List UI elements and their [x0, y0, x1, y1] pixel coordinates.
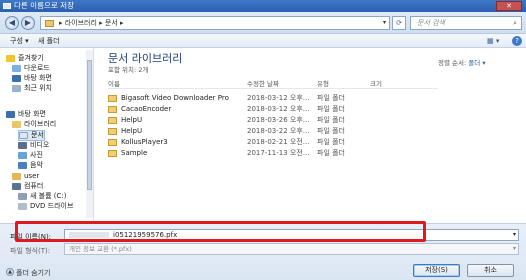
sidebar-item-desktop-root[interactable]: 바탕 화면 — [6, 110, 46, 119]
breadcrumb: ▸ 라이브러리 ▸ 문서 ▸ — [59, 19, 124, 27]
sidebar-item-pictures[interactable]: 사진 — [18, 151, 43, 160]
app-icon — [3, 3, 11, 9]
desktop-icon — [12, 75, 21, 82]
sidebar-item-documents[interactable]: 문서 — [18, 130, 45, 141]
table-row[interactable]: CacaoEncoder 2018-03-12 오후... 파일 폴더 — [108, 104, 368, 115]
sidebar-item-libraries[interactable]: 라이브러리 — [12, 120, 56, 129]
drive-icon — [18, 193, 27, 200]
address-row: ◀ ▶ ▸ 라이브러리 ▸ 문서 ▸ ▾ ⟳ 문서 검색 ⌕ — [0, 12, 526, 34]
scrollbar-thumb[interactable] — [87, 60, 92, 190]
folder-icon — [108, 128, 117, 135]
organize-button[interactable]: 구성 ▾ — [10, 34, 29, 48]
sidebar-item-videos[interactable]: 비디오 — [18, 141, 49, 150]
navigation-pane: 즐겨찾기 다운로드 바탕 화면 최근 위치 바탕 화면 라이브러리 문서 비디오… — [0, 48, 94, 223]
sidebar-item-downloads[interactable]: 다운로드 — [12, 64, 50, 73]
sidebar-item-desktop[interactable]: 바탕 화면 — [12, 74, 52, 83]
pictures-icon — [18, 152, 27, 159]
sidebar-item-dvd[interactable]: DVD 드라이브 — [18, 202, 73, 211]
library-icon — [12, 121, 21, 128]
save-button[interactable]: 저장(S) — [413, 264, 460, 277]
highlight-box — [15, 221, 426, 242]
table-row[interactable]: HelpU 2018-03-26 오후... 파일 폴더 — [108, 115, 368, 126]
folder-icon — [45, 20, 54, 27]
folder-icon — [108, 95, 117, 102]
filetype-label: 파일 형식(T): — [10, 247, 51, 255]
hide-folders-toggle[interactable]: ▲ 폴더 숨기기 — [6, 268, 50, 278]
table-row[interactable]: Bigasoft Video Downloader Pro 2018-03-12 … — [108, 93, 368, 104]
chevron-down-icon[interactable]: ▾ — [513, 244, 516, 254]
chevron-down-icon[interactable]: ▾ — [383, 17, 386, 29]
filetype-select[interactable]: 개인 정보 교환 (*.pfx) ▾ — [64, 243, 519, 255]
cancel-button[interactable]: 취소 — [467, 264, 514, 277]
table-row[interactable]: HelpU 2018-03-22 오후... 파일 폴더 — [108, 126, 368, 137]
view-button[interactable]: ▦ ▾ — [487, 34, 499, 48]
recent-icon — [12, 85, 21, 92]
table-row[interactable]: Sample 2017-11-13 오전... 파일 폴더 — [108, 148, 368, 159]
folder-icon — [108, 106, 117, 113]
desktop-icon — [6, 111, 15, 118]
sort-dropdown[interactable]: 폴더 ▾ — [468, 59, 485, 67]
dvd-icon — [18, 203, 27, 210]
toolbar: 구성 ▾ 새 폴더 ▦ ▾ ? — [0, 34, 526, 48]
folder-icon — [108, 139, 117, 146]
sidebar-item-drive-c[interactable]: 새 볼륨 (C:) — [18, 192, 66, 201]
sort-control: 정렬 순서: 폴더 ▾ — [438, 59, 486, 67]
column-header-type[interactable]: 유형 — [317, 78, 329, 88]
folder-icon — [108, 117, 117, 124]
search-input[interactable]: 문서 검색 ⌕ — [410, 16, 522, 30]
sidebar-item-favorites[interactable]: 즐겨찾기 — [6, 54, 44, 63]
sidebar-item-user[interactable]: user — [12, 172, 39, 181]
new-folder-button[interactable]: 새 폴더 — [38, 34, 60, 48]
close-button[interactable]: ✕ — [496, 1, 522, 11]
sidebar-item-computer[interactable]: 컴퓨터 — [12, 182, 43, 191]
address-bar[interactable]: ▸ 라이브러리 ▸ 문서 ▸ ▾ — [40, 16, 390, 30]
help-button[interactable]: ? — [512, 36, 522, 46]
star-icon — [6, 55, 15, 62]
back-button[interactable]: ◀ — [5, 16, 19, 30]
chevron-up-icon: ▲ — [6, 268, 14, 276]
sidebar-item-music[interactable]: 음악 — [18, 161, 43, 170]
music-icon — [18, 162, 27, 169]
table-row[interactable]: KollusPlayer3 2018-02-21 오전... 파일 폴더 — [108, 137, 368, 148]
folder-icon — [108, 150, 117, 157]
column-header-name[interactable]: 이름 — [108, 78, 120, 88]
user-icon — [12, 173, 21, 180]
chevron-down-icon[interactable]: ▾ — [513, 230, 516, 240]
window-title: 다른 이름으로 저장 — [14, 1, 74, 10]
column-header-size[interactable]: 크기 — [370, 78, 382, 88]
refresh-button[interactable]: ⟳ — [392, 16, 406, 30]
computer-icon — [12, 183, 21, 190]
download-icon — [12, 65, 21, 72]
library-subtitle[interactable]: 포함 위치: 2개 — [108, 64, 148, 74]
sidebar-scrollbar[interactable] — [86, 50, 93, 218]
documents-icon — [19, 132, 28, 139]
title-bar: 다른 이름으로 저장 ✕ — [0, 0, 526, 12]
sidebar-item-recent[interactable]: 최근 위치 — [12, 84, 52, 93]
header-divider — [108, 88, 438, 89]
forward-button[interactable]: ▶ — [21, 16, 35, 30]
search-icon: ⌕ — [513, 19, 517, 27]
video-icon — [18, 142, 27, 149]
column-header-date[interactable]: 수정한 날짜 — [247, 78, 279, 88]
